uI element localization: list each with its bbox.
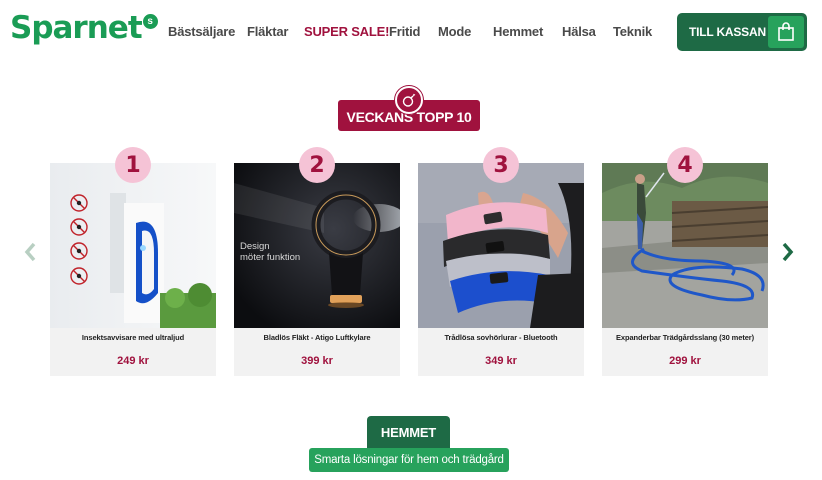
- chevron-left-icon: [23, 241, 37, 268]
- shopping-bag-icon: [768, 16, 804, 48]
- logo[interactable]: Sparnet s: [10, 10, 158, 50]
- product-name: Bladlös Fläkt - Atigo Luftkylare: [263, 333, 371, 342]
- checkout-button[interactable]: TILL KASSAN: [677, 13, 807, 51]
- product-price: 349 kr: [485, 355, 517, 367]
- section-subtitle-hemmet: Smarta lösningar för hem och trädgård: [309, 448, 509, 472]
- nav-item-bastsaljare[interactable]: Bästsäljare: [168, 24, 235, 39]
- checkout-label: TILL KASSAN: [689, 25, 766, 39]
- nav-item-hemmet[interactable]: Hemmet: [493, 24, 543, 39]
- nav-item-halsa[interactable]: Hälsa: [562, 24, 596, 39]
- product-price: 299 kr: [669, 355, 701, 367]
- product-name: Trådlösa sovhörlurar - Bluetooth: [444, 333, 558, 342]
- nav-item-super-sale[interactable]: SUPER SALE!: [304, 24, 389, 39]
- carousel-next-button[interactable]: [778, 240, 798, 268]
- nav-item-teknik[interactable]: Teknik: [613, 24, 652, 39]
- nav-item-flaktar[interactable]: Fläktar: [247, 24, 288, 39]
- nav-item-fritid[interactable]: Fritid: [389, 24, 420, 39]
- product-image: [50, 163, 216, 328]
- carousel-prev-button[interactable]: [20, 240, 40, 268]
- logo-text: Sparnet: [10, 10, 143, 46]
- product-image: [602, 163, 768, 328]
- product-name: Expanderbar Trädgårdsslang (30 meter): [615, 333, 755, 342]
- chevron-right-icon: [781, 241, 795, 268]
- product-card[interactable]: 1 Insektsavvisare med ultraljud 249 kr: [50, 147, 216, 376]
- site-header: Sparnet s Bästsäljare Fläktar SUPER SALE…: [0, 0, 822, 66]
- product-card[interactable]: 3 Trådlösa sovhörlurar - Bluetooth 349 k…: [418, 147, 584, 376]
- product-image: [418, 163, 584, 328]
- rank-badge: 1: [115, 147, 151, 183]
- product-image: Design möter funktion: [234, 163, 400, 328]
- product-name: Insektsavvisare med ultraljud: [81, 333, 185, 342]
- rank-badge: 2: [299, 147, 335, 183]
- nav-item-mode[interactable]: Mode: [438, 24, 471, 39]
- image-caption: Design möter funktion: [240, 241, 301, 263]
- bomb-icon: [395, 86, 423, 114]
- logo-badge: s: [142, 14, 158, 29]
- weekly-top10-heading: VECKANS TOPP 10: [338, 86, 480, 134]
- product-card[interactable]: 2 Design möter funktion Bladlös Fläkt - …: [234, 147, 400, 376]
- rank-badge: 4: [667, 147, 703, 183]
- product-card[interactable]: 4 Expanderbar Trädgårdsslang (30 meter): [602, 147, 768, 376]
- product-price: 399 kr: [301, 355, 333, 367]
- section-title-hemmet: HEMMET: [367, 416, 450, 448]
- product-price: 249 kr: [117, 355, 149, 367]
- rank-badge: 3: [483, 147, 519, 183]
